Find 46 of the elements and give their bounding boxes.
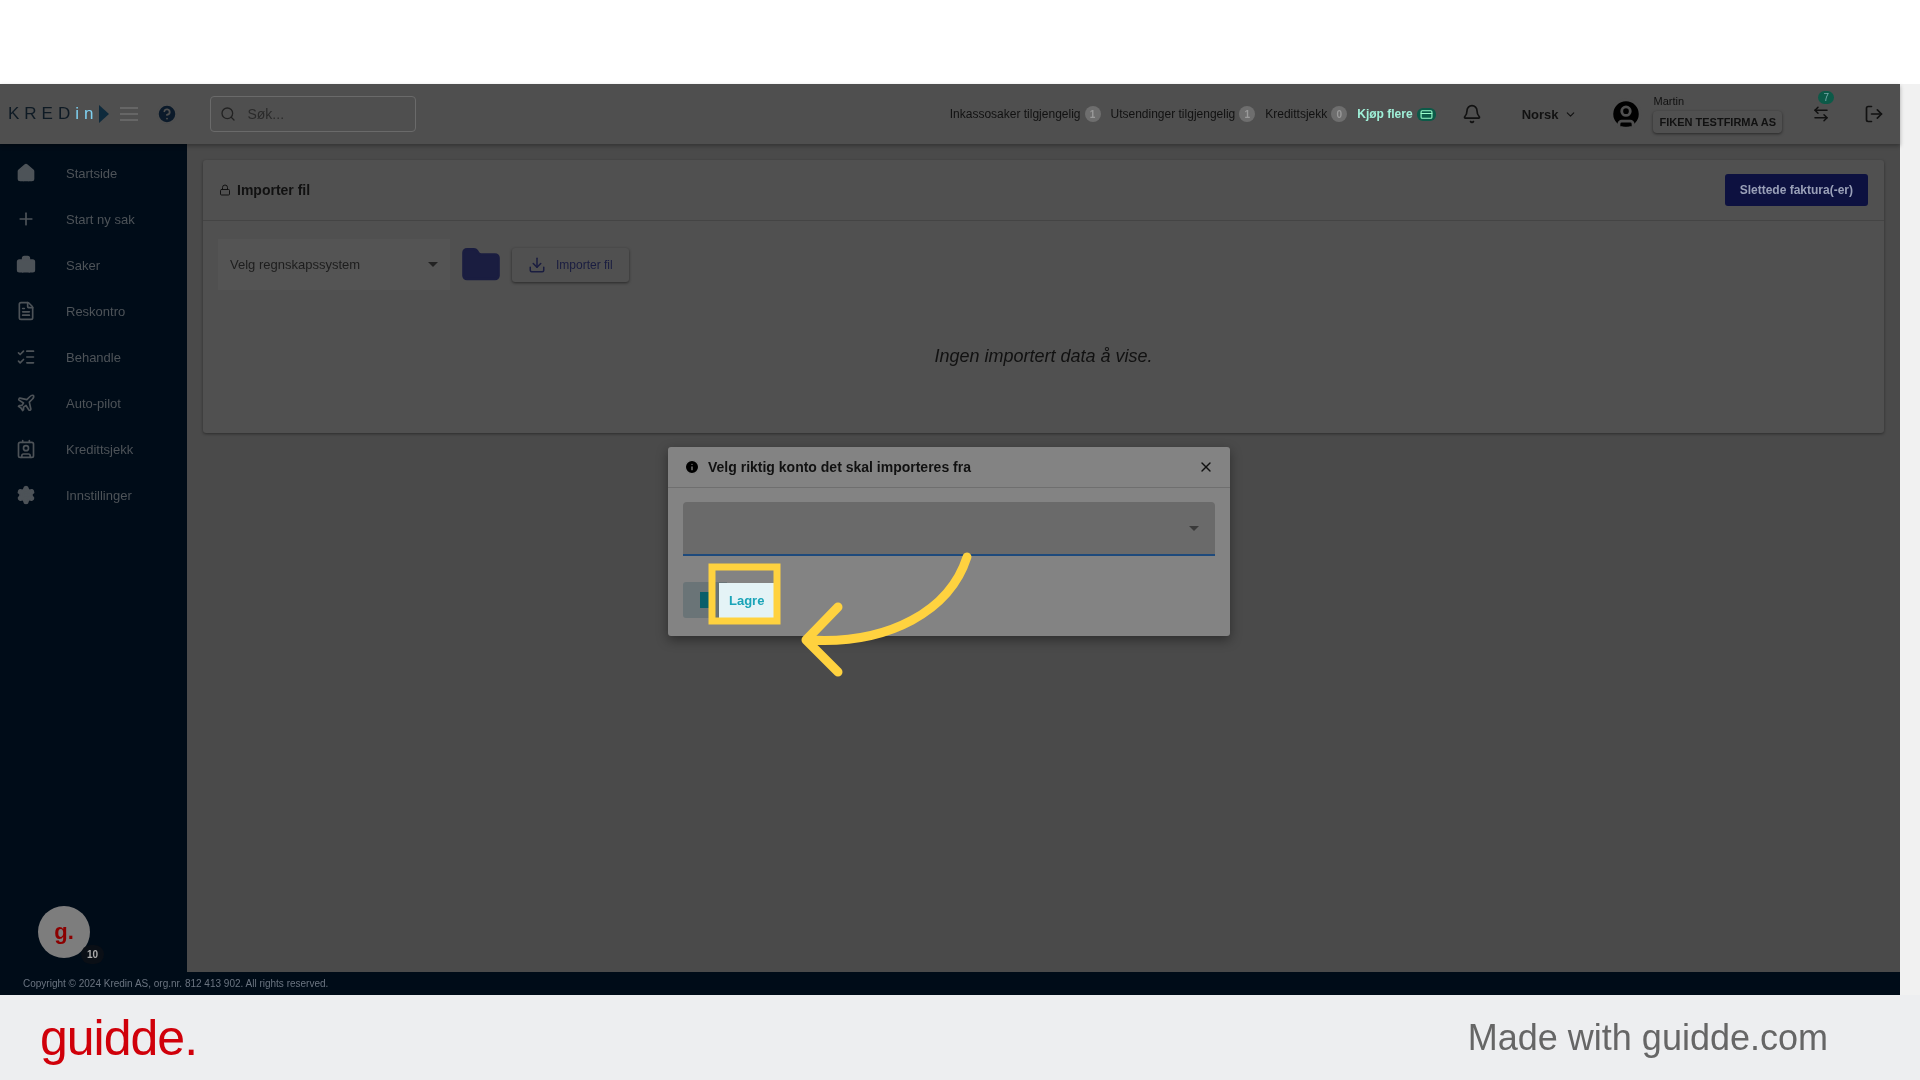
id-card-icon [16, 439, 36, 459]
dialog-title: Velg riktig konto det skal importeres fra [708, 459, 972, 475]
count-badge: 10 [80, 945, 104, 964]
sidebar-item[interactable]: Kredittsjekk [0, 426, 187, 472]
plane-icon [16, 393, 36, 413]
company-button[interactable]: FIKEN TESTFIRMA AS [1653, 111, 1782, 133]
checklist-icon [16, 347, 36, 367]
account-select[interactable] [683, 502, 1215, 556]
search-icon [220, 106, 237, 122]
system-select[interactable]: Velg regnskapssystem [218, 239, 450, 290]
caret-icon [428, 262, 438, 267]
card-icon [1416, 107, 1436, 121]
counter-label: Kredittsjekk [1265, 107, 1328, 121]
sidebar-item[interactable]: Auto-pilot [0, 380, 187, 426]
counter-label: Inkassosaker tilgjengelig [949, 107, 1081, 121]
empty-message: Ingen importert data å vise. [933, 346, 1154, 367]
sidebar-item[interactable]: Behandle [0, 334, 187, 380]
notification-icon[interactable] [1461, 104, 1482, 124]
language-select[interactable]: Norsk [1515, 105, 1584, 123]
settings-icon [16, 485, 36, 505]
sidebar-item[interactable]: Innstillinger [0, 472, 187, 518]
sidebar-item[interactable]: Start ny sak [0, 196, 187, 242]
copyright-text: Copyright © 2024 Kredin AS, org.nr. 812 413 902. All rights reserved. [0, 972, 1900, 995]
made-with-text: Made with guidde.com [1467, 1016, 1828, 1059]
deleted-invoices-button[interactable]: Slettede faktura(-er) [1724, 174, 1868, 206]
help-icon[interactable] [156, 103, 179, 125]
save-button[interactable]: Lagre [719, 582, 775, 618]
info-icon [684, 459, 700, 475]
buy-more-link[interactable]: Kjøp flere [1357, 107, 1436, 121]
briefcase-icon [16, 255, 36, 275]
counter-label: Utsendinger tilgjengelig [1110, 107, 1236, 121]
sidebar-item[interactable]: Saker [0, 242, 187, 288]
caret-icon [1189, 525, 1199, 531]
sidebar-item[interactable]: Startside [0, 150, 187, 196]
brand-logo: guidde. [40, 1008, 198, 1067]
count-badge: 7 [1818, 91, 1834, 104]
user-name: Martin [1653, 95, 1686, 107]
lock-icon [219, 184, 231, 196]
logout-icon[interactable] [1864, 104, 1884, 124]
chevron-icon [98, 104, 111, 124]
sidebar-item[interactable]: Reskontro [0, 288, 187, 334]
download-icon [528, 255, 546, 274]
card-title: Importer fil [237, 182, 312, 198]
logo[interactable]: KRED in [8, 104, 111, 124]
home-icon [16, 163, 36, 183]
document-icon [16, 301, 36, 321]
